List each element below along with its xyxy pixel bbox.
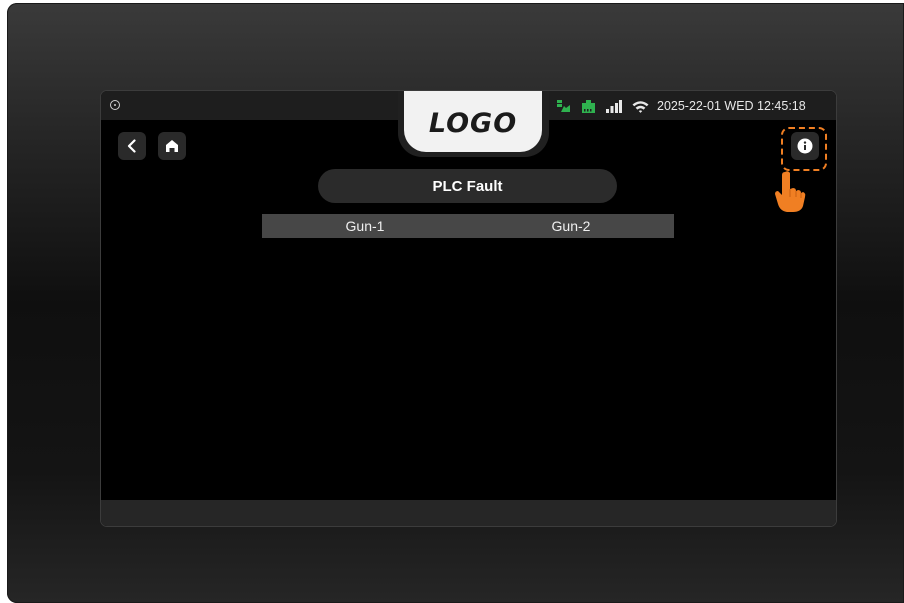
page-title: PLC Fault <box>318 169 617 203</box>
home-button[interactable] <box>158 132 186 160</box>
column-header-gun-1[interactable]: Gun-1 <box>262 214 468 238</box>
logo-plate: LOGO <box>404 91 542 152</box>
wifi-icon <box>632 100 649 113</box>
bottom-bar <box>101 500 836 526</box>
logo: LOGO <box>428 108 518 139</box>
chevron-left-icon <box>127 139 136 153</box>
camera-icon <box>110 100 120 110</box>
status-icons: 2025-22-01 WED 12:45:18 <box>556 97 806 115</box>
column-header-gun-2[interactable]: Gun-2 <box>468 214 674 238</box>
charger-icon <box>557 99 570 112</box>
home-icon <box>166 140 178 152</box>
device-screen: 2025-22-01 WED 12:45:18 LOGO PLC Fault G… <box>100 90 837 527</box>
info-button[interactable] <box>791 132 819 160</box>
info-icon <box>797 138 813 154</box>
hand-pointer-icon <box>775 171 806 212</box>
network-port-icon <box>582 99 595 113</box>
signal-icon <box>606 99 622 113</box>
back-button[interactable] <box>118 132 146 160</box>
logo-tab: LOGO <box>398 91 549 157</box>
datetime-display: 2025-22-01 WED 12:45:18 <box>657 99 806 113</box>
fault-table-header: Gun-1 Gun-2 <box>262 214 674 238</box>
device-bezel: 2025-22-01 WED 12:45:18 LOGO PLC Fault G… <box>7 3 904 603</box>
